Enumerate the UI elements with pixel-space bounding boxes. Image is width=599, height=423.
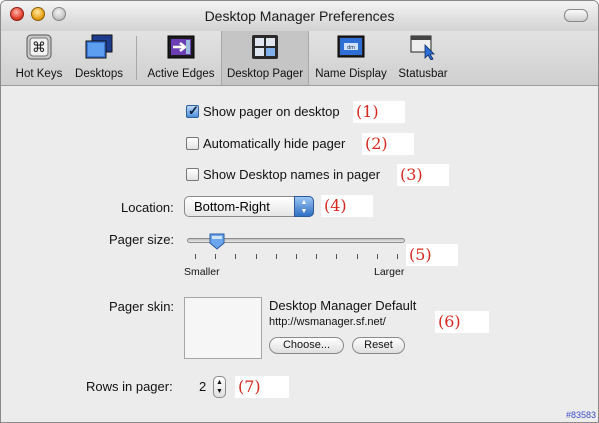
show-names-checkbox[interactable] xyxy=(186,168,199,181)
svg-text:⌘: ⌘ xyxy=(32,40,46,56)
marker-5: (5) xyxy=(406,244,458,266)
choose-button[interactable]: Choose... xyxy=(269,337,344,354)
slider-tick xyxy=(397,254,398,259)
location-label: Location: xyxy=(121,200,174,215)
toolbar-label: Desktop Pager xyxy=(226,68,304,80)
toolbar-label: Active Edges xyxy=(147,68,215,80)
corner-watermark: #83583 xyxy=(565,410,596,420)
toolbar-item-statusbar[interactable]: Statusbar xyxy=(393,31,453,85)
show-pager-label: Show pager on desktop xyxy=(203,104,340,119)
slider-tick xyxy=(356,254,358,259)
toolbar-item-active-edges[interactable]: Active Edges xyxy=(143,31,219,85)
window-title: Desktop Manager Preferences xyxy=(204,8,395,24)
auto-hide-checkbox[interactable] xyxy=(186,137,199,150)
marker-7: (7) xyxy=(235,376,289,398)
reset-button[interactable]: Reset xyxy=(352,337,405,354)
rows-value[interactable]: 2 xyxy=(199,379,206,394)
marker-1: (1) xyxy=(353,101,405,123)
slider-tick xyxy=(275,254,277,259)
toolbar-item-name-display[interactable]: dm Name Display xyxy=(311,31,391,85)
auto-hide-label: Automatically hide pager xyxy=(203,136,346,151)
statusbar-icon xyxy=(410,35,435,60)
checkmark-icon: ✓ xyxy=(188,103,199,118)
slider-tick xyxy=(376,254,378,259)
title-bar: Desktop Manager Preferences xyxy=(1,1,598,31)
slider-tick xyxy=(316,254,318,259)
toolbar-separator xyxy=(136,36,137,80)
skin-preview xyxy=(184,297,262,359)
slider-tick xyxy=(235,254,237,259)
slider-tick xyxy=(195,254,196,259)
pager-skin-label: Pager skin: xyxy=(109,299,175,314)
slider-tick xyxy=(215,254,217,259)
slider-tick xyxy=(296,254,297,259)
desktops-icon xyxy=(85,34,113,59)
location-popup[interactable]: Bottom-Right ▲ ▼ xyxy=(184,196,314,217)
pager-size-label: Pager size: xyxy=(109,232,175,247)
slider-min-label: Smaller xyxy=(184,266,220,278)
location-value: Bottom-Right xyxy=(194,199,270,214)
marker-4: (4) xyxy=(321,195,373,217)
toolbar-item-hot-keys[interactable]: ⌘ Hot Keys xyxy=(9,31,69,85)
svg-text:dm: dm xyxy=(347,45,355,51)
toolbar-toggle-button[interactable] xyxy=(564,9,588,22)
slider-max-label: Larger xyxy=(374,266,405,278)
slider-tick xyxy=(255,254,257,259)
preferences-window: Desktop Manager Preferences ⌘ Hot Keys D… xyxy=(0,0,599,423)
toolbar-label: Hot Keys xyxy=(15,68,63,80)
show-pager-checkbox[interactable]: ✓ xyxy=(186,103,199,118)
marker-3: (3) xyxy=(397,164,449,186)
active-edges-icon xyxy=(167,35,195,59)
popup-arrows-icon: ▲ ▼ xyxy=(294,196,314,217)
marker-2: (2) xyxy=(362,133,414,155)
toolbar-item-desktops[interactable]: Desktops xyxy=(69,31,129,85)
toolbar: ⌘ Hot Keys Desktops Active Edges Desktop… xyxy=(1,31,598,86)
skin-url: http://wsmanager.sf.net/ xyxy=(269,316,386,328)
toolbar-item-desktop-pager[interactable]: Desktop Pager xyxy=(221,31,309,85)
toolbar-label: Desktops xyxy=(75,68,123,80)
name-display-icon: dm xyxy=(337,35,365,58)
toolbar-label: Statusbar xyxy=(398,68,448,80)
show-names-label: Show Desktop names in pager xyxy=(203,167,381,182)
toolbar-label: Name Display xyxy=(315,68,387,80)
command-key-icon: ⌘ xyxy=(26,34,52,60)
rows-stepper[interactable]: ▲ ▼ xyxy=(213,376,226,398)
pager-grid-icon xyxy=(252,35,278,59)
marker-6: (6) xyxy=(435,311,489,333)
slider-tick xyxy=(336,254,338,259)
skin-name: Desktop Manager Default xyxy=(269,298,417,313)
slider-knob[interactable] xyxy=(209,233,225,250)
rows-label: Rows in pager: xyxy=(86,379,173,394)
